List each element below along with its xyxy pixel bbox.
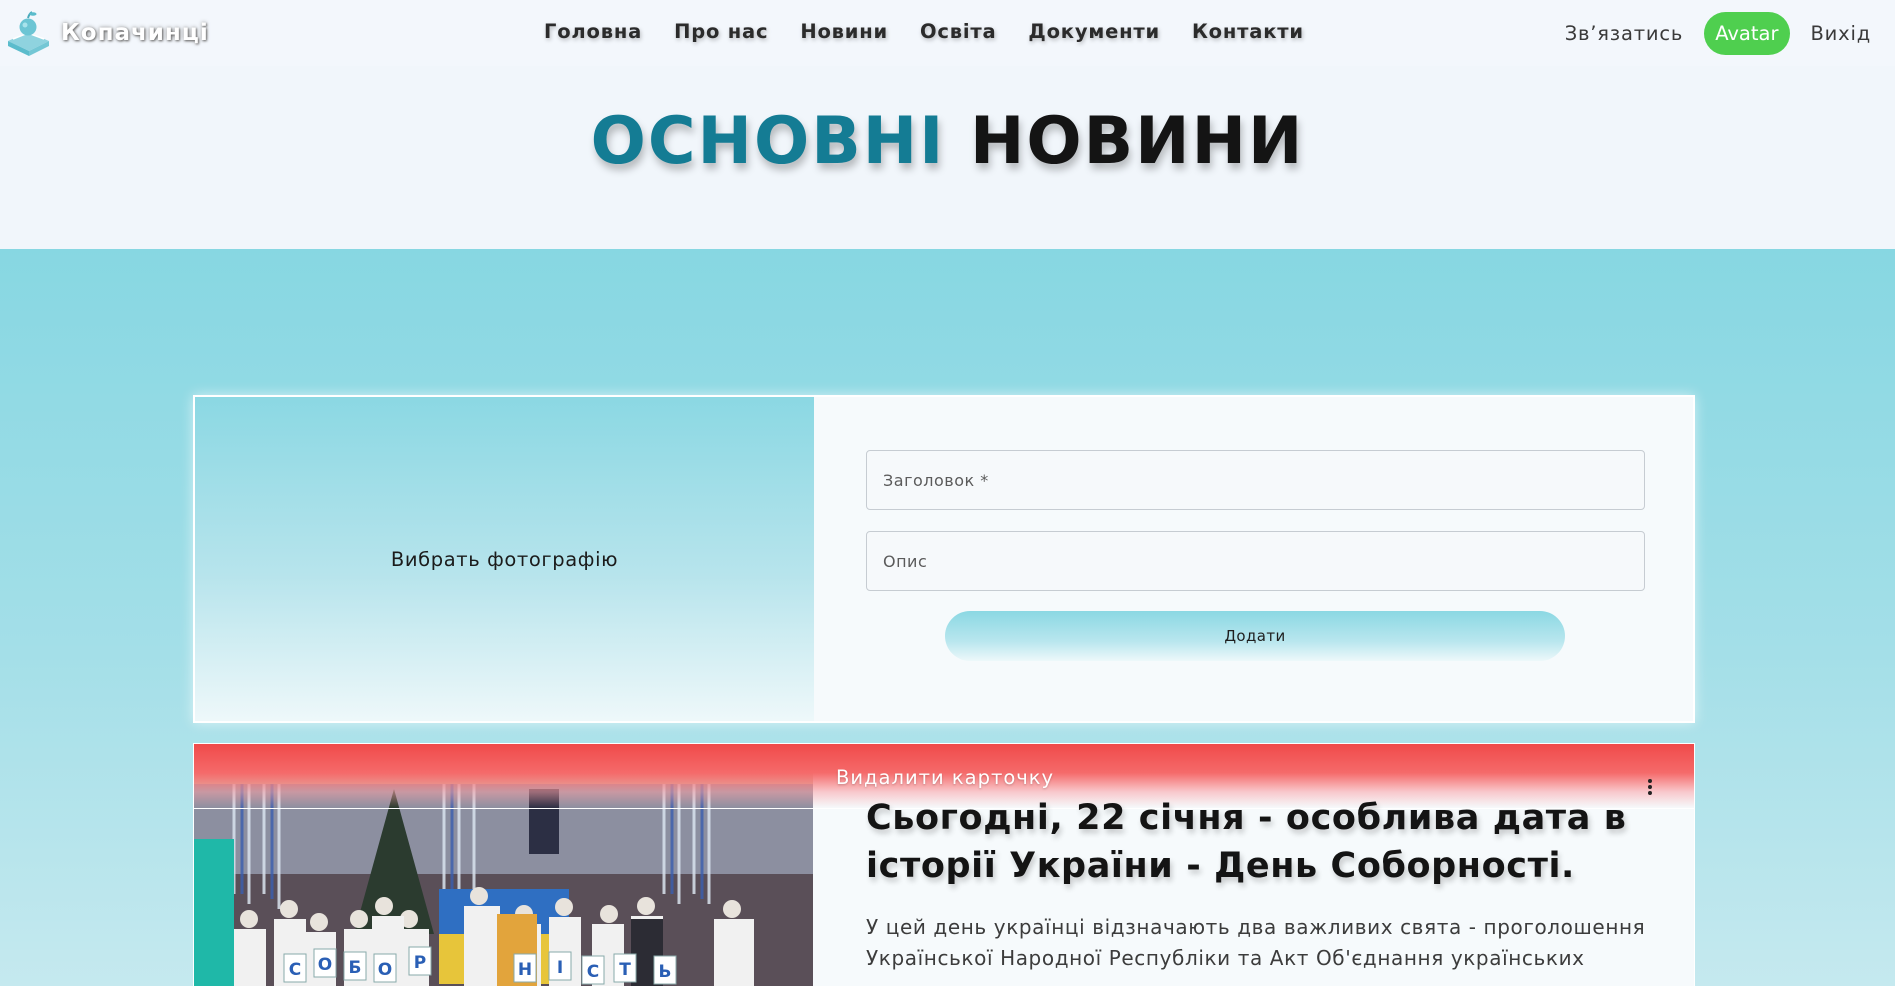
- news-title: Сьогодні, 22 січня - особлива дата в іст…: [866, 798, 1627, 886]
- apple-book-logo-icon: [8, 11, 49, 56]
- nav-news[interactable]: Новини: [800, 20, 888, 43]
- nav-about[interactable]: Про нас: [674, 20, 768, 43]
- nav-contacts[interactable]: Контакти: [1192, 20, 1304, 43]
- nav-education[interactable]: Освіта: [920, 20, 996, 43]
- account-nav: Зв’язатись Avatar Вихід: [1565, 12, 1871, 55]
- sign-letter: Р: [414, 953, 426, 973]
- sign-letter: С: [587, 962, 599, 982]
- sign-letter: Б: [349, 958, 362, 978]
- title-input[interactable]: [866, 450, 1645, 510]
- add-news-form: Вибрать фотографію Додати: [193, 395, 1695, 723]
- sign-letter: О: [318, 955, 332, 975]
- brand-name: Копачинці: [61, 20, 209, 46]
- sign-letter: О: [378, 960, 392, 980]
- page-title: ОСНОВНІ НОВИНИ: [0, 104, 1895, 179]
- logout-link[interactable]: Вихід: [1811, 22, 1872, 45]
- delete-card-label: Видалити карточку: [836, 766, 1055, 789]
- page-title-rest: НОВИНИ: [969, 104, 1305, 179]
- description-input[interactable]: [866, 531, 1645, 591]
- sign-letter: Т: [619, 960, 631, 980]
- sign-letter: І: [557, 958, 563, 978]
- contact-link[interactable]: Зв’язатись: [1565, 22, 1684, 45]
- avatar[interactable]: Avatar: [1704, 12, 1790, 55]
- news-card: С О Б О Р Н І С Т Ь Видалити карточку Сь…: [193, 743, 1695, 986]
- more-vertical-icon[interactable]: [1646, 779, 1654, 801]
- page-title-accent: ОСНОВНІ: [590, 104, 946, 179]
- sign-letter: Н: [518, 960, 532, 980]
- photo-picker-label: Вибрать фотографію: [390, 547, 619, 571]
- brand[interactable]: Копачинці: [4, 8, 209, 58]
- news-text: У цей день українці відзначають два важл…: [866, 915, 1646, 970]
- sign-letter: С: [289, 960, 301, 980]
- main-nav: Головна Про нас Новини Освіта Документи …: [544, 20, 1304, 43]
- photo-picker[interactable]: Вибрать фотографію: [195, 397, 814, 721]
- add-button[interactable]: Додати: [945, 611, 1565, 661]
- sign-letter: Ь: [659, 962, 672, 982]
- nav-documents[interactable]: Документи: [1028, 20, 1160, 43]
- top-navbar: Копачинці Головна Про нас Новини Освіта …: [0, 0, 1895, 66]
- nav-home[interactable]: Головна: [544, 20, 642, 43]
